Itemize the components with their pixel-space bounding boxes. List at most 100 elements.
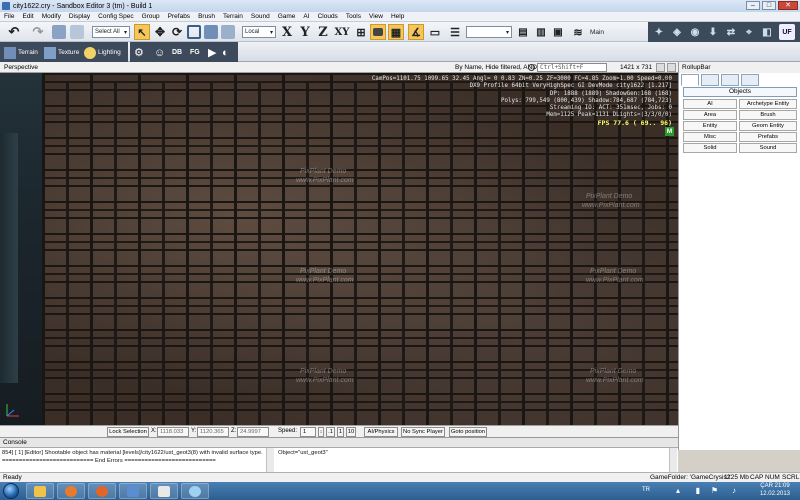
filter-label[interactable]: By Name, Hide filtered, AND: [455, 64, 537, 71]
menu-file[interactable]: File: [4, 13, 14, 20]
tray-chevron-icon[interactable]: ▴: [676, 486, 680, 495]
speed-preset-fast[interactable]: 10: [346, 427, 356, 437]
menu-ai[interactable]: AI: [303, 13, 309, 20]
taskbar-media-player-icon[interactable]: [57, 483, 85, 499]
object-type-brush-button[interactable]: Brush: [739, 110, 797, 120]
menu-view[interactable]: View: [369, 13, 383, 20]
database-button[interactable]: DB: [172, 45, 182, 60]
grid-icon[interactable]: ▦: [388, 24, 404, 40]
volume-icon[interactable]: ♪: [732, 486, 736, 495]
sync-icon[interactable]: ⇄: [724, 24, 738, 40]
layers-icon[interactable]: ▥: [534, 24, 548, 40]
ai-physics-button[interactable]: AI/Physics: [364, 427, 398, 437]
menu-display[interactable]: Display: [69, 13, 90, 20]
speed-input[interactable]: 1: [300, 427, 316, 437]
physics-sim-icon[interactable]: ⚙: [134, 45, 144, 60]
object-type-area-button[interactable]: Area: [683, 110, 737, 120]
camera-icon[interactable]: [370, 24, 386, 40]
axis-xy-button[interactable]: XY: [333, 24, 351, 40]
lighting-button[interactable]: Lighting: [84, 45, 121, 60]
taskbar-pixplant-icon[interactable]: [150, 483, 178, 499]
material-icon[interactable]: ◐: [222, 45, 229, 60]
axis-x-button[interactable]: X: [280, 24, 294, 40]
angle-snap-icon[interactable]: ∡: [408, 24, 424, 40]
goto-icon[interactable]: ⌖: [742, 24, 756, 40]
object-type-geom-entity-button[interactable]: Geom Entity: [739, 121, 797, 131]
terrain-button[interactable]: Terrain: [4, 45, 38, 60]
menu-config-spec[interactable]: Config Spec: [98, 13, 133, 20]
search-input[interactable]: Ctrl+Shift+F: [537, 63, 607, 72]
taskbar-firefox-icon[interactable]: [88, 483, 116, 499]
speed-preset-slow[interactable]: .1: [326, 427, 335, 437]
selection-dropdown[interactable]: Select All: [92, 26, 130, 38]
layer-dropdown[interactable]: [466, 26, 512, 38]
menu-clouds[interactable]: Clouds: [318, 13, 338, 20]
close-button[interactable]: ✕: [778, 1, 798, 10]
menu-modify[interactable]: Modify: [42, 13, 61, 20]
no-sync-player-button[interactable]: No Sync Player: [401, 427, 445, 437]
track-view-icon[interactable]: ▶: [208, 45, 216, 60]
viewport-maximize-button[interactable]: [667, 63, 676, 72]
language-indicator[interactable]: TR: [642, 487, 650, 493]
clock[interactable]: ÇAR 21:09 12.02.2013: [760, 483, 790, 498]
rotate-tool-icon[interactable]: ⟳: [170, 24, 184, 40]
texture-button[interactable]: Texture: [44, 45, 79, 60]
tab-terrain[interactable]: [701, 74, 719, 86]
object-type-prefabs-button[interactable]: Prefabs: [739, 132, 797, 142]
viewport-options-button[interactable]: [656, 63, 665, 72]
menu-group[interactable]: Group: [142, 13, 160, 20]
character-icon[interactable]: ☺: [154, 45, 165, 60]
menu-brush[interactable]: Brush: [198, 13, 215, 20]
menu-prefabs[interactable]: Prefabs: [168, 13, 190, 20]
game-mode-icon[interactable]: ✦: [652, 24, 666, 40]
console-output[interactable]: 854] [ 1] [Editor] Shootable object has …: [0, 447, 678, 473]
taskbar-explorer-icon[interactable]: [26, 483, 54, 499]
link-icon[interactable]: [52, 24, 66, 40]
taskbar-steam-icon[interactable]: [181, 483, 209, 499]
menu-sound[interactable]: Sound: [251, 13, 270, 20]
flag-icon[interactable]: ⚑: [711, 486, 718, 495]
taskbar-sandbox-icon[interactable]: [119, 483, 147, 499]
undo-icon[interactable]: ↶: [4, 24, 24, 40]
viewport-name[interactable]: Perspective: [0, 64, 38, 71]
speed-spin-icon[interactable]: ↕: [318, 427, 324, 437]
edit-layer-icon[interactable]: ▣: [551, 24, 565, 40]
axis-z-button[interactable]: Z: [316, 24, 330, 40]
snap-tool-icon[interactable]: [204, 24, 218, 40]
physics-icon[interactable]: ◈: [670, 24, 684, 40]
console-scrollbar[interactable]: [266, 448, 274, 473]
menu-tools[interactable]: Tools: [346, 13, 361, 20]
start-button[interactable]: [3, 483, 19, 499]
object-type-ai-button[interactable]: AI: [683, 99, 737, 109]
object-type-entity-button[interactable]: Entity: [683, 121, 737, 131]
terrain-snap-icon[interactable]: [221, 24, 235, 40]
ai-sim-icon[interactable]: ◉: [688, 24, 702, 40]
menu-terrain[interactable]: Terrain: [223, 13, 243, 20]
select-tool-icon[interactable]: ↖: [134, 24, 150, 40]
current-layer-label[interactable]: Main: [588, 24, 606, 40]
uf-button[interactable]: UF: [779, 24, 795, 40]
minimize-button[interactable]: –: [746, 1, 760, 10]
console-scrollbar[interactable]: [669, 448, 677, 473]
tab-display[interactable]: [721, 74, 739, 86]
object-type-archetype-button[interactable]: Archetype Entity: [739, 99, 797, 109]
layer-list-icon[interactable]: ☰: [448, 24, 462, 40]
menu-help[interactable]: Help: [391, 13, 404, 20]
axis-y-button[interactable]: Y: [298, 24, 312, 40]
coord-system-dropdown[interactable]: Local: [242, 26, 276, 38]
export-icon[interactable]: ⬇: [706, 24, 720, 40]
flowgraph-button[interactable]: FG: [190, 45, 200, 60]
ruler-icon[interactable]: ▭: [428, 24, 442, 40]
menu-game[interactable]: Game: [278, 13, 296, 20]
scale-tool-icon[interactable]: [187, 24, 201, 40]
search-icon[interactable]: [528, 64, 535, 71]
unlink-icon[interactable]: [70, 24, 84, 40]
bookmark-icon[interactable]: ▤: [516, 24, 530, 40]
objects-header[interactable]: Objects: [683, 87, 797, 97]
maximize-button[interactable]: □: [762, 1, 776, 10]
move-tool-icon[interactable]: ✥: [153, 24, 167, 40]
object-type-sound-button[interactable]: Sound: [739, 143, 797, 153]
tab-layers[interactable]: [741, 74, 759, 86]
redo-icon[interactable]: ↷: [28, 24, 48, 40]
lock-selection-button[interactable]: Lock Selection: [107, 427, 149, 437]
